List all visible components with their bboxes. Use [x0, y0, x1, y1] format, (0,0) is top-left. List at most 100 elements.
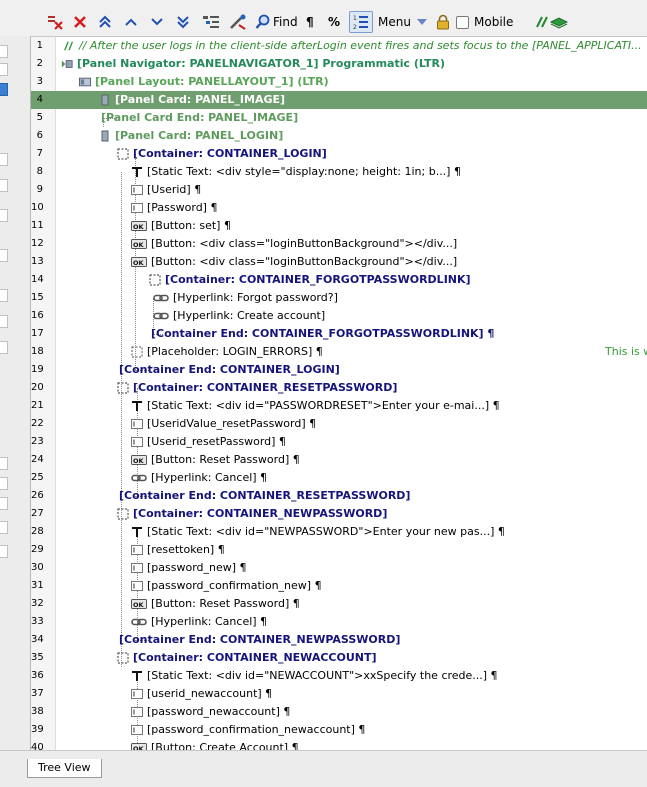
tree-row[interactable]: 5 [Panel Card End: PANEL_IMAGE]: [31, 109, 647, 127]
tree-row[interactable]: 25 [Hyperlink: Cancel] ¶: [31, 469, 647, 487]
tree-row[interactable]: 29 [resettoken] ¶: [31, 541, 647, 559]
move-down-button[interactable]: [150, 11, 170, 33]
tree-node[interactable]: [Hyperlink: Forgot password?]: [153, 289, 338, 307]
side-panel-item[interactable]: [0, 315, 8, 328]
tree-node[interactable]: [Password] ¶: [131, 199, 217, 217]
tree-node[interactable]: [Panel Navigator: PANELNAVIGATOR_1] Prog…: [61, 55, 445, 73]
side-panel-item[interactable]: [0, 45, 8, 58]
tree-node[interactable]: [Container End: CONTAINER_NEWPASSWORD]: [119, 631, 400, 649]
side-panel-item[interactable]: [0, 249, 8, 262]
outline-button[interactable]: [202, 11, 222, 33]
tree-node[interactable]: [password_newaccount] ¶: [131, 703, 290, 721]
tree-node[interactable]: [password_confirmation_newaccount] ¶: [131, 721, 365, 739]
side-panel-item-selected[interactable]: [0, 83, 8, 96]
tree-node[interactable]: [Panel Card: PANEL_LOGIN]: [99, 127, 283, 145]
tree-node[interactable]: [Container End: CONTAINER_RESETPASSWORD]: [119, 487, 410, 505]
tree-node[interactable]: [UseridValue_resetPassword] ¶: [131, 415, 316, 433]
tree-node[interactable]: [Hyperlink: Create account]: [153, 307, 325, 325]
tree-row[interactable]: 6 [Panel Card: PANEL_LOGIN]: [31, 127, 647, 145]
tree-row[interactable]: 36 [Static Text: <div id="NEWACCOUNT">xxS…: [31, 667, 647, 685]
tree-node[interactable]: OK [Button: Reset Password] ¶: [131, 451, 300, 469]
mobile-checkbox[interactable]: Mobile: [456, 11, 516, 33]
side-panel-item[interactable]: [0, 209, 8, 222]
move-top-button[interactable]: [98, 11, 118, 33]
tree-node[interactable]: [Hyperlink: Cancel] ¶: [131, 469, 267, 487]
tree-node[interactable]: [Container: CONTAINER_LOGIN]: [117, 145, 327, 163]
tree-row[interactable]: 26 [Container End: CONTAINER_RESETPASSWOR…: [31, 487, 647, 505]
tree-row[interactable]: 15 [Hyperlink: Forgot password?]: [31, 289, 647, 307]
side-panel-item[interactable]: [0, 457, 8, 470]
checkbox-box[interactable]: [456, 15, 469, 29]
tree-node[interactable]: [resettoken] ¶: [131, 541, 225, 559]
tree-row[interactable]: 2 [Panel Navigator: PANELNAVIGATOR_1] Pro…: [31, 55, 647, 73]
show-pilcrow-button[interactable]: ¶: [306, 11, 320, 33]
tree-node[interactable]: [password_confirmation_new] ¶: [131, 577, 322, 595]
side-panel-item[interactable]: [0, 63, 8, 76]
percent-button[interactable]: %: [328, 11, 344, 33]
line-numbers-toggle[interactable]: 12: [349, 11, 373, 33]
tree-row[interactable]: 20 [Container: CONTAINER_RESETPASSWORD]: [31, 379, 647, 397]
tree-row[interactable]: 22 [UseridValue_resetPassword] ¶: [31, 415, 647, 433]
tree-row[interactable]: 33 [Hyperlink: Cancel] ¶: [31, 613, 647, 631]
tree-node[interactable]: [Static Text: <div style="display:none; …: [131, 163, 461, 181]
tree-node[interactable]: OK [Button: <div class="loginButtonBackgr…: [131, 253, 457, 271]
tree-node[interactable]: [userid_newaccount] ¶: [131, 685, 272, 703]
tree-row[interactable]: 7 [Container: CONTAINER_LOGIN]: [31, 145, 647, 163]
tree-row[interactable]: 34 [Container End: CONTAINER_NEWPASSWORD]: [31, 631, 647, 649]
tree-node[interactable]: OK [Button: <div class="loginButtonBackgr…: [131, 235, 457, 253]
tree-row[interactable]: 8 [Static Text: <div style="display:none;…: [31, 163, 647, 181]
side-panel-item[interactable]: [0, 179, 8, 192]
tree-row[interactable]: 18 [Placeholder: LOGIN_ERRORS] ¶ This is w…: [31, 343, 647, 361]
tree-view-panel[interactable]: 1 // After the user logs in the client-si…: [30, 36, 647, 751]
tree-row[interactable]: 4 [Panel Card: PANEL_IMAGE]: [31, 91, 647, 109]
tree-node[interactable]: [Hyperlink: Cancel] ¶: [131, 613, 267, 631]
tree-node[interactable]: [Container: CONTAINER_FORGOTPASSWORDLINK…: [149, 271, 471, 289]
tree-row[interactable]: 19 [Container End: CONTAINER_LOGIN]: [31, 361, 647, 379]
side-panel-item[interactable]: [0, 289, 8, 302]
tree-node[interactable]: [Userid] ¶: [131, 181, 201, 199]
move-bottom-button[interactable]: [176, 11, 196, 33]
side-panel-item[interactable]: [0, 341, 8, 354]
tree-node[interactable]: [Userid_resetPassword] ¶: [131, 433, 286, 451]
tree-row[interactable]: 27 [Container: CONTAINER_NEWPASSWORD]: [31, 505, 647, 523]
tree-row[interactable]: 23 [Userid_resetPassword] ¶: [31, 433, 647, 451]
tree-node[interactable]: [Container: CONTAINER_RESETPASSWORD]: [117, 379, 397, 397]
tree-node[interactable]: [Container: CONTAINER_NEWPASSWORD]: [117, 505, 387, 523]
find-button[interactable]: Find: [255, 11, 299, 33]
tree-node[interactable]: [password_new] ¶: [131, 559, 247, 577]
tree-node[interactable]: [Panel Card: PANEL_IMAGE]: [99, 91, 285, 109]
tree-row[interactable]: 13 OK [Button: <div class="loginButtonBack…: [31, 253, 647, 271]
tree-node[interactable]: [Panel Card End: PANEL_IMAGE]: [101, 109, 298, 127]
properties-button[interactable]: [228, 11, 250, 33]
tree-row[interactable]: 3 [Panel Layout: PANELLAYOUT_1] (LTR): [31, 73, 647, 91]
tree-row[interactable]: 11 OK [Button: set] ¶: [31, 217, 647, 235]
tree-node[interactable]: [Panel Layout: PANELLAYOUT_1] (LTR): [79, 73, 329, 91]
tree-node[interactable]: [Static Text: <div id="NEWACCOUNT">xxSpe…: [131, 667, 498, 685]
tree-row[interactable]: 31 [password_confirmation_new] ¶: [31, 577, 647, 595]
tree-row[interactable]: 12 OK [Button: <div class="loginButtonBack…: [31, 235, 647, 253]
side-panel-item[interactable]: [0, 153, 8, 166]
tree-node[interactable]: [Container: CONTAINER_NEWACCOUNT]: [117, 649, 377, 667]
tree-row[interactable]: 14 [Container: CONTAINER_FORGOTPASSWORDLI…: [31, 271, 647, 289]
tree-node[interactable]: OK [Button: set] ¶: [131, 217, 231, 235]
tree-row[interactable]: 17 [Container End: CONTAINER_FORGOTPASSWO…: [31, 325, 647, 343]
side-panel-item[interactable]: [0, 545, 8, 558]
tree-node[interactable]: [Static Text: <div id="NEWPASSWORD">Ente…: [131, 523, 505, 541]
delete-button[interactable]: [72, 11, 92, 33]
tree-row[interactable]: 32 OK [Button: Reset Password] ¶: [31, 595, 647, 613]
tree-row[interactable]: 39 [password_confirmation_newaccount] ¶: [31, 721, 647, 739]
delete-selection-button[interactable]: [46, 11, 66, 33]
tree-node[interactable]: [Placeholder: LOGIN_ERRORS] ¶: [131, 343, 323, 361]
comment-toggle-button[interactable]: [534, 11, 570, 33]
tree-row[interactable]: 35 [Container: CONTAINER_NEWACCOUNT]: [31, 649, 647, 667]
tree-row[interactable]: 30 [password_new] ¶: [31, 559, 647, 577]
tree-node[interactable]: OK [Button: Reset Password] ¶: [131, 595, 300, 613]
tree-row[interactable]: 16 [Hyperlink: Create account]: [31, 307, 647, 325]
tree-row[interactable]: 1 // After the user logs in the client-si…: [31, 37, 647, 55]
tree-row[interactable]: 37 [userid_newaccount] ¶: [31, 685, 647, 703]
tree-row[interactable]: 28 [Static Text: <div id="NEWPASSWORD">En…: [31, 523, 647, 541]
tree-row[interactable]: 9 [Userid] ¶: [31, 181, 647, 199]
tree-row[interactable]: 24 OK [Button: Reset Password] ¶: [31, 451, 647, 469]
side-panel-item[interactable]: [0, 497, 8, 510]
lock-button[interactable]: [436, 11, 452, 33]
